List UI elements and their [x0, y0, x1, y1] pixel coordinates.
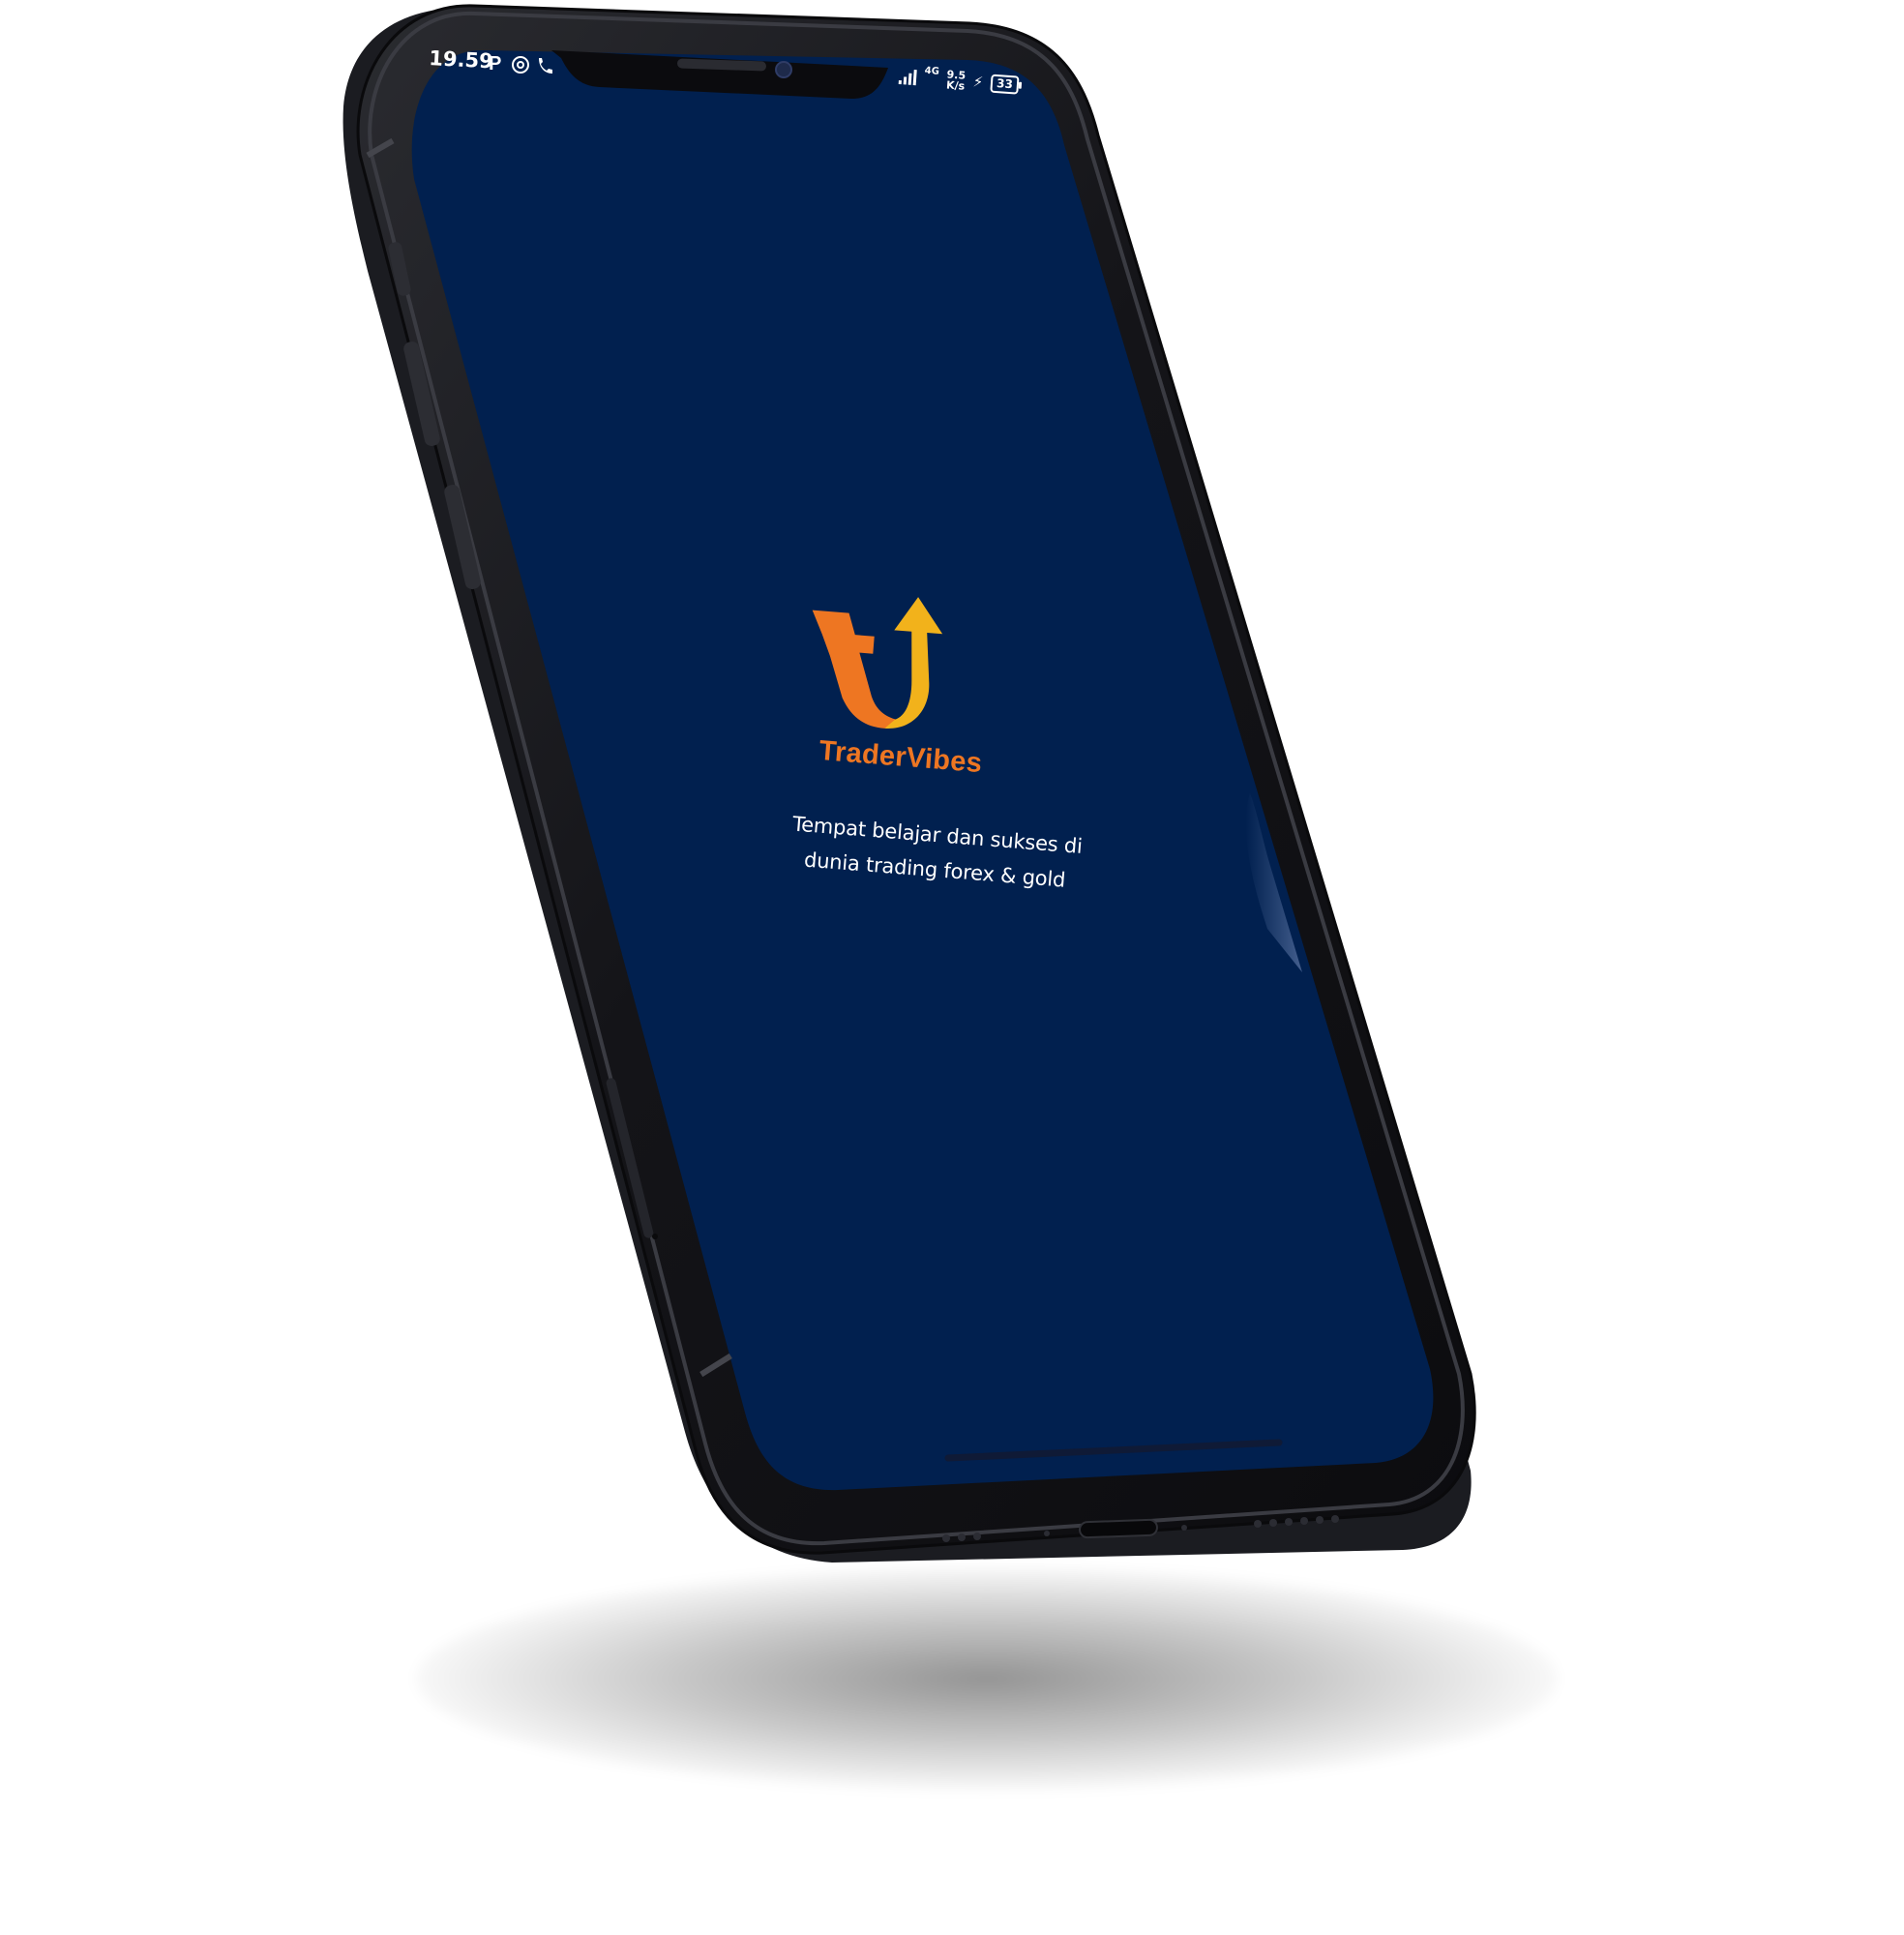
battery-icon: 33: [990, 74, 1020, 95]
mockup-stage: 19.59 P 4G 9.5 K/s ⚡ 33 TraderVibes Temp…: [0, 0, 1904, 1935]
network-type: 4G: [924, 65, 940, 77]
front-camera: [775, 61, 792, 78]
charging-port: [1079, 1518, 1158, 1539]
sim-eject-hole: [652, 1234, 658, 1239]
signal-strength-icon: [898, 69, 917, 86]
status-time: 19.59: [428, 46, 494, 74]
status-icons-left: P: [489, 53, 552, 74]
charging-bolt-icon: ⚡: [972, 73, 984, 92]
network-speed-unit: K/s: [945, 78, 966, 93]
network-speed: 9.5 K/s: [945, 68, 967, 93]
parking-p-icon: P: [489, 53, 501, 74]
at-sign-icon: [512, 56, 529, 74]
phone-call-icon: [539, 58, 552, 74]
battery-level: 33: [996, 75, 1014, 91]
phone-device: [342, 4, 1476, 1563]
